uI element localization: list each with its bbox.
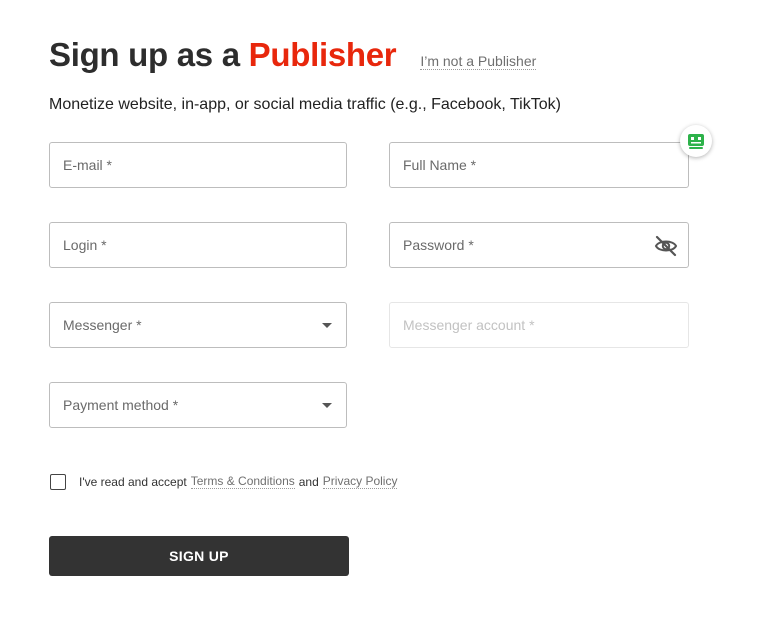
privacy-link[interactable]: Privacy Policy: [322, 475, 398, 489]
messenger-select[interactable]: Messenger *: [49, 302, 347, 348]
sign-up-button[interactable]: SIGN UP: [49, 536, 349, 576]
terms-link[interactable]: Terms & Conditions: [190, 475, 295, 489]
page-title: Sign up as a Publisher: [49, 36, 397, 74]
caret-down-icon: [322, 403, 332, 408]
password-placeholder: Password *: [403, 237, 474, 253]
email-placeholder: E-mail *: [63, 157, 113, 173]
messenger-account-placeholder: Messenger account *: [403, 317, 535, 333]
terms-checkbox[interactable]: [50, 474, 66, 490]
consent-and: and: [298, 475, 319, 489]
title-accent: Publisher: [248, 36, 397, 73]
login-placeholder: Login *: [63, 237, 107, 253]
password-field[interactable]: Password *: [389, 222, 689, 268]
chat-widget-button[interactable]: [680, 125, 712, 157]
chat-bot-icon: [688, 134, 704, 149]
caret-down-icon: [322, 323, 332, 328]
full-name-field[interactable]: Full Name *: [389, 142, 689, 188]
page-header: Sign up as a Publisher I’m not a Publish…: [49, 36, 537, 74]
consent-prefix: I've read and accept: [79, 475, 187, 489]
login-field[interactable]: Login *: [49, 222, 347, 268]
terms-consent: I've read and accept Terms & Conditions …: [50, 474, 398, 490]
full-name-placeholder: Full Name *: [403, 157, 477, 173]
email-field[interactable]: E-mail *: [49, 142, 347, 188]
not-publisher-link[interactable]: I’m not a Publisher: [420, 53, 537, 70]
payment-method-select[interactable]: Payment method *: [49, 382, 347, 428]
messenger-account-field: Messenger account *: [389, 302, 689, 348]
payment-method-placeholder: Payment method *: [63, 397, 179, 413]
title-prefix: Sign up as a: [49, 36, 240, 73]
messenger-placeholder: Messenger *: [63, 317, 142, 333]
page-subtitle: Monetize website, in-app, or social medi…: [49, 96, 561, 113]
eye-slash-icon[interactable]: [654, 235, 678, 257]
